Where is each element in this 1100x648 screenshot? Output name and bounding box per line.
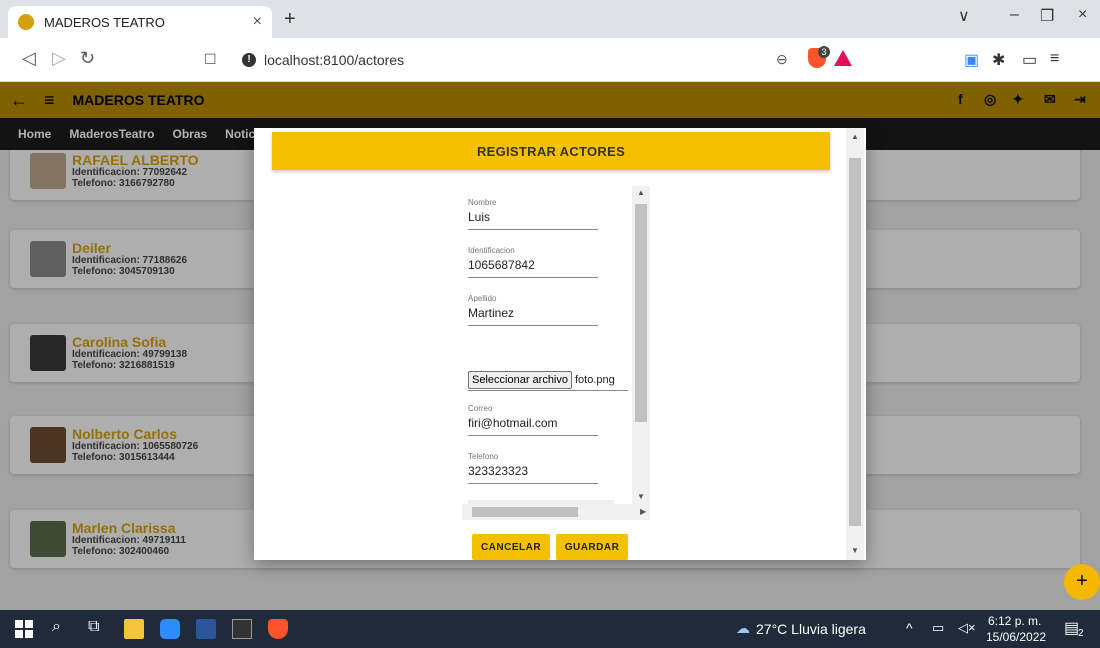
- correo-input[interactable]: firi@hotmail.com: [468, 416, 598, 436]
- field-label: Telefono: [468, 452, 499, 461]
- field-label: Apellido: [468, 294, 497, 303]
- tab-search-icon[interactable]: ∨: [958, 6, 970, 26]
- windows-taskbar: ⌕ ⧉ ☁ 27°C Lluvia ligera ^ ▭ ◁× 6:12 p. …: [0, 610, 1100, 648]
- reload-icon[interactable]: ↻: [80, 48, 95, 69]
- scroll-down-icon[interactable]: ▼: [851, 546, 859, 555]
- tab-title: MADEROS TEATRO: [44, 14, 165, 30]
- nombre-field[interactable]: Nombre Luis: [468, 198, 598, 230]
- field-label: Identificacion: [468, 246, 515, 255]
- form-vertical-scrollbar[interactable]: ▲ ▼: [632, 186, 650, 504]
- browser-menu-icon[interactable]: ≡: [1050, 50, 1059, 68]
- save-button[interactable]: GUARDAR: [556, 534, 628, 560]
- browser-tabbar: MADEROS TEATRO × + ∨ – ❐ ×: [0, 0, 1100, 38]
- form-horizontal-scrollbar[interactable]: ▶: [462, 504, 650, 520]
- tab-close-icon[interactable]: ×: [253, 13, 262, 31]
- field-label: Nombre: [468, 198, 497, 207]
- extensions-icon[interactable]: ✱: [992, 50, 1005, 70]
- zoom-icon[interactable]: ⊖: [776, 51, 788, 68]
- correo-field[interactable]: Correo firi@hotmail.com: [468, 404, 598, 436]
- new-tab-button[interactable]: +: [284, 8, 296, 31]
- actor-form: Nombre Luis Identificacion 1065687842 Ap…: [462, 186, 650, 504]
- brave-rewards-icon[interactable]: [834, 50, 852, 66]
- scroll-right-icon[interactable]: ▶: [640, 507, 646, 516]
- weather-icon[interactable]: ☁: [736, 620, 750, 637]
- url-text[interactable]: localhost:8100/actores: [264, 52, 404, 68]
- apellido-input[interactable]: Martinez: [468, 306, 598, 326]
- telefono-field[interactable]: Telefono 323323323: [468, 452, 598, 484]
- nombre-input[interactable]: Luis: [468, 210, 598, 230]
- scroll-thumb[interactable]: [635, 204, 647, 422]
- address-toolbar: ◁ ▷ ↻ ☐ ! localhost:8100/actores ⊖ 3 ▣ ✱…: [0, 38, 1100, 82]
- close-window-button[interactable]: ×: [1078, 6, 1087, 24]
- browser-tab[interactable]: MADEROS TEATRO ×: [8, 6, 272, 38]
- add-actor-fab[interactable]: +: [1064, 564, 1100, 600]
- weather-text[interactable]: 27°C Lluvia ligera: [756, 621, 866, 637]
- file-explorer-icon[interactable]: [124, 619, 144, 639]
- register-actor-modal: REGISTRAR ACTORES Nombre Luis Identifica…: [254, 128, 866, 560]
- selected-file-name: foto.png: [575, 373, 615, 386]
- minimize-button[interactable]: –: [1010, 6, 1019, 24]
- modal-vertical-scrollbar[interactable]: ▲ ▼: [846, 128, 864, 560]
- modal-title: REGISTRAR ACTORES: [272, 132, 830, 170]
- notifications-icon[interactable]: ▤: [1064, 618, 1079, 638]
- forward-icon[interactable]: ▷: [52, 48, 66, 69]
- volume-muted-icon[interactable]: ◁×: [958, 620, 976, 636]
- bookmark-icon[interactable]: ☐: [204, 51, 217, 68]
- network-icon[interactable]: ▭: [932, 620, 944, 636]
- site-info-icon[interactable]: !: [242, 53, 256, 67]
- windows-start-icon[interactable]: [14, 619, 34, 639]
- scroll-up-icon[interactable]: ▲: [637, 188, 645, 197]
- cancel-button[interactable]: CANCELAR: [472, 534, 550, 560]
- brave-shields-icon[interactable]: 3: [808, 46, 830, 68]
- notification-count: 2: [1078, 628, 1084, 639]
- apellido-field[interactable]: Apellido Martinez: [468, 294, 598, 326]
- identificacion-field[interactable]: Identificacion 1065687842: [468, 246, 598, 278]
- scroll-up-icon[interactable]: ▲: [851, 132, 859, 141]
- scroll-thumb[interactable]: [472, 507, 578, 517]
- tray-chevron-icon[interactable]: ^: [906, 620, 913, 636]
- back-icon[interactable]: ◁: [22, 48, 36, 69]
- wallet-icon[interactable]: ▭: [1022, 50, 1037, 70]
- photo-file-input[interactable]: Seleccionar archivo foto.png: [468, 369, 628, 391]
- search-icon[interactable]: ⌕: [52, 618, 61, 636]
- task-view-icon[interactable]: ⧉: [88, 618, 99, 636]
- scroll-down-icon[interactable]: ▼: [637, 492, 645, 501]
- telefono-input[interactable]: 323323323: [468, 464, 598, 484]
- zoom-app-icon[interactable]: [160, 619, 180, 639]
- word-icon[interactable]: [196, 619, 216, 639]
- identificacion-input[interactable]: 1065687842: [468, 258, 598, 278]
- shields-badge: 3: [818, 46, 830, 58]
- select-file-button[interactable]: Seleccionar archivo: [468, 370, 572, 389]
- field-label: Correo: [468, 404, 493, 413]
- brave-browser-icon[interactable]: [268, 619, 288, 639]
- site-favicon-icon: [18, 14, 34, 30]
- translate-extension-icon[interactable]: ▣: [964, 50, 979, 70]
- maximize-button[interactable]: ❐: [1040, 6, 1054, 26]
- clock-time[interactable]: 6:12 p. m.: [988, 614, 1041, 628]
- clock-date[interactable]: 15/06/2022: [986, 630, 1046, 644]
- terminal-icon[interactable]: [232, 619, 252, 639]
- scroll-thumb[interactable]: [849, 158, 861, 526]
